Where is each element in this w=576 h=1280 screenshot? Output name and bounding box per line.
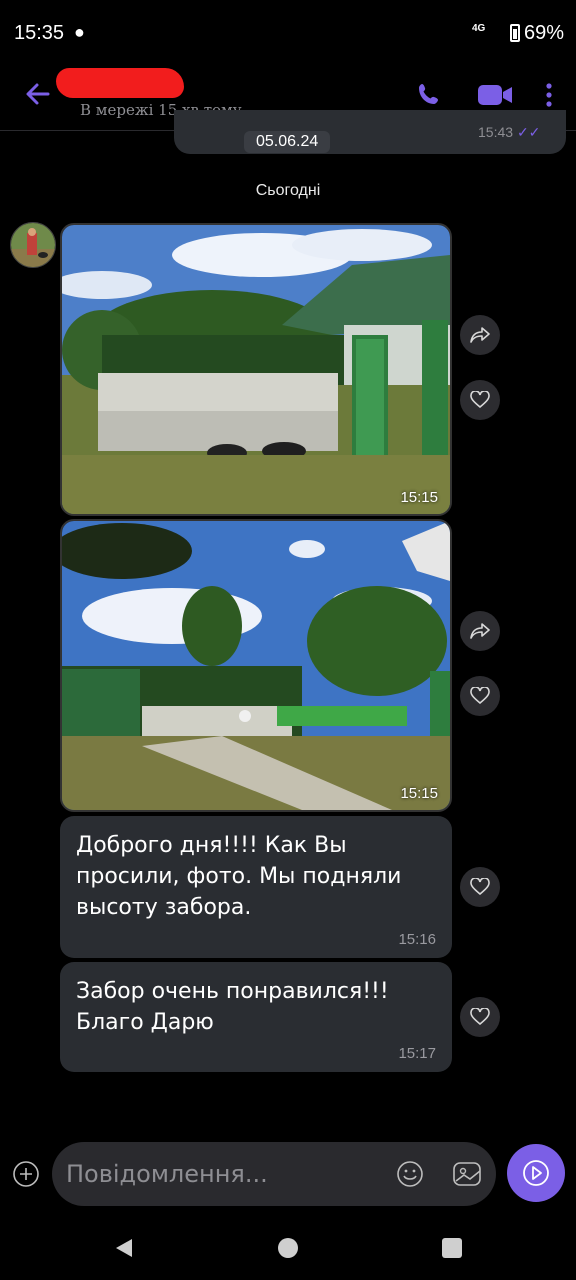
emoji-icon[interactable]: [396, 1160, 424, 1188]
photo-message[interactable]: 15:15: [60, 223, 452, 516]
share-button[interactable]: [460, 315, 500, 355]
share-icon: [470, 623, 490, 639]
heart-icon: [470, 1008, 490, 1026]
battery-icon: [510, 24, 520, 42]
network-indicator: 4G: [472, 23, 486, 34]
send-icon: [523, 1160, 549, 1186]
heart-icon: [470, 878, 490, 896]
status-time: 15:35: [14, 22, 65, 44]
nav-back-icon[interactable]: [112, 1236, 136, 1260]
contact-name-redacted[interactable]: [56, 68, 184, 98]
heart-icon: [470, 687, 490, 705]
fence-photo-1: [62, 225, 450, 514]
date-badge: 05.06.24: [244, 131, 331, 153]
back-arrow-icon[interactable]: [24, 80, 52, 108]
battery-level: 69%: [524, 22, 565, 44]
heart-icon: [470, 391, 490, 409]
like-button[interactable]: [460, 676, 500, 716]
photo-time: 15:15: [400, 489, 438, 506]
video-icon[interactable]: [476, 80, 514, 110]
message-text: Забор очень понравился!!! Благо Дарю: [76, 979, 389, 1035]
nav-recents-button[interactable]: [442, 1238, 462, 1258]
day-separator: Сьогодні: [255, 182, 321, 199]
like-button[interactable]: [460, 867, 500, 907]
text-message[interactable]: Забор очень понравился!!! Благо Дарю 15:…: [60, 962, 452, 1072]
apple-icon: ●: [74, 22, 85, 42]
nav-home-button[interactable]: [278, 1238, 298, 1258]
share-icon: [470, 327, 490, 343]
sticker-icon[interactable]: [452, 1159, 482, 1189]
like-button[interactable]: [460, 997, 500, 1037]
photo-time: 15:15: [400, 785, 438, 802]
send-button[interactable]: [507, 1144, 565, 1202]
phone-icon[interactable]: [414, 80, 444, 110]
message-text: Доброго дня!!!! Как Вы просили, фото. Мы…: [76, 833, 402, 920]
avatar[interactable]: [10, 222, 56, 268]
plus-icon[interactable]: [12, 1160, 40, 1188]
text-message[interactable]: Доброго дня!!!! Как Вы просили, фото. Мы…: [60, 816, 452, 958]
photo-message[interactable]: 15:15: [60, 519, 452, 812]
message-input[interactable]: Повідомлення...: [66, 1160, 268, 1188]
more-icon[interactable]: [540, 80, 558, 110]
share-button[interactable]: [460, 611, 500, 651]
fence-photo-2: [62, 521, 450, 810]
message-time: 15:17: [398, 1045, 436, 1062]
message-time: 15:16: [398, 931, 436, 948]
like-button[interactable]: [460, 380, 500, 420]
previous-message-time: 15:43 ✓✓: [478, 124, 541, 140]
